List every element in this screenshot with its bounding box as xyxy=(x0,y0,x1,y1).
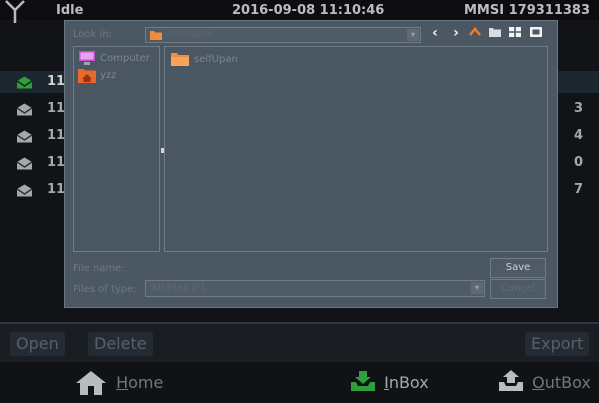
look-in-combobox[interactable]: /media/pi ▾ xyxy=(145,27,421,43)
folder-icon xyxy=(150,31,162,40)
file-list: selfUpan xyxy=(164,46,548,252)
cancel-button[interactable]: Cancel xyxy=(490,279,546,299)
file-type-value: All Files (*) xyxy=(151,283,205,294)
chevron-down-icon[interactable]: ▾ xyxy=(407,29,419,41)
forward-icon[interactable]: › xyxy=(448,25,464,41)
new-folder-icon[interactable] xyxy=(487,25,503,41)
look-in-label: Look in: xyxy=(73,29,113,40)
device-screen: Idle 2016-09-08 11:10:46 MMSI 179311383 … xyxy=(0,0,599,403)
file-name-label: File name: xyxy=(73,263,125,274)
look-in-value: /media/pi xyxy=(166,29,214,40)
chevron-down-icon[interactable]: ▾ xyxy=(471,282,483,294)
places-sidebar: Computer yzz xyxy=(73,46,160,252)
file-dialog: Look in: /media/pi ▾ ‹ › Computer yzz se… xyxy=(64,20,558,308)
file-type-combobox[interactable]: All Files (*) ▾ xyxy=(145,280,485,297)
save-button[interactable]: Save xyxy=(490,258,546,278)
parent-directory-icon[interactable] xyxy=(467,25,483,41)
back-icon[interactable]: ‹ xyxy=(427,25,443,41)
computer-icon xyxy=(79,51,95,65)
sidebar-item-label: yzz xyxy=(100,70,117,81)
sidebar-item-label: Computer xyxy=(100,53,150,64)
file-type-label: Files of type: xyxy=(73,284,137,295)
folder-icon xyxy=(171,53,189,66)
file-item-label: selfUpan xyxy=(194,54,238,65)
file-name-field[interactable] xyxy=(145,259,471,275)
list-view-icon[interactable] xyxy=(507,25,523,41)
detail-view-icon[interactable] xyxy=(528,25,544,41)
home-folder-icon xyxy=(78,69,96,83)
